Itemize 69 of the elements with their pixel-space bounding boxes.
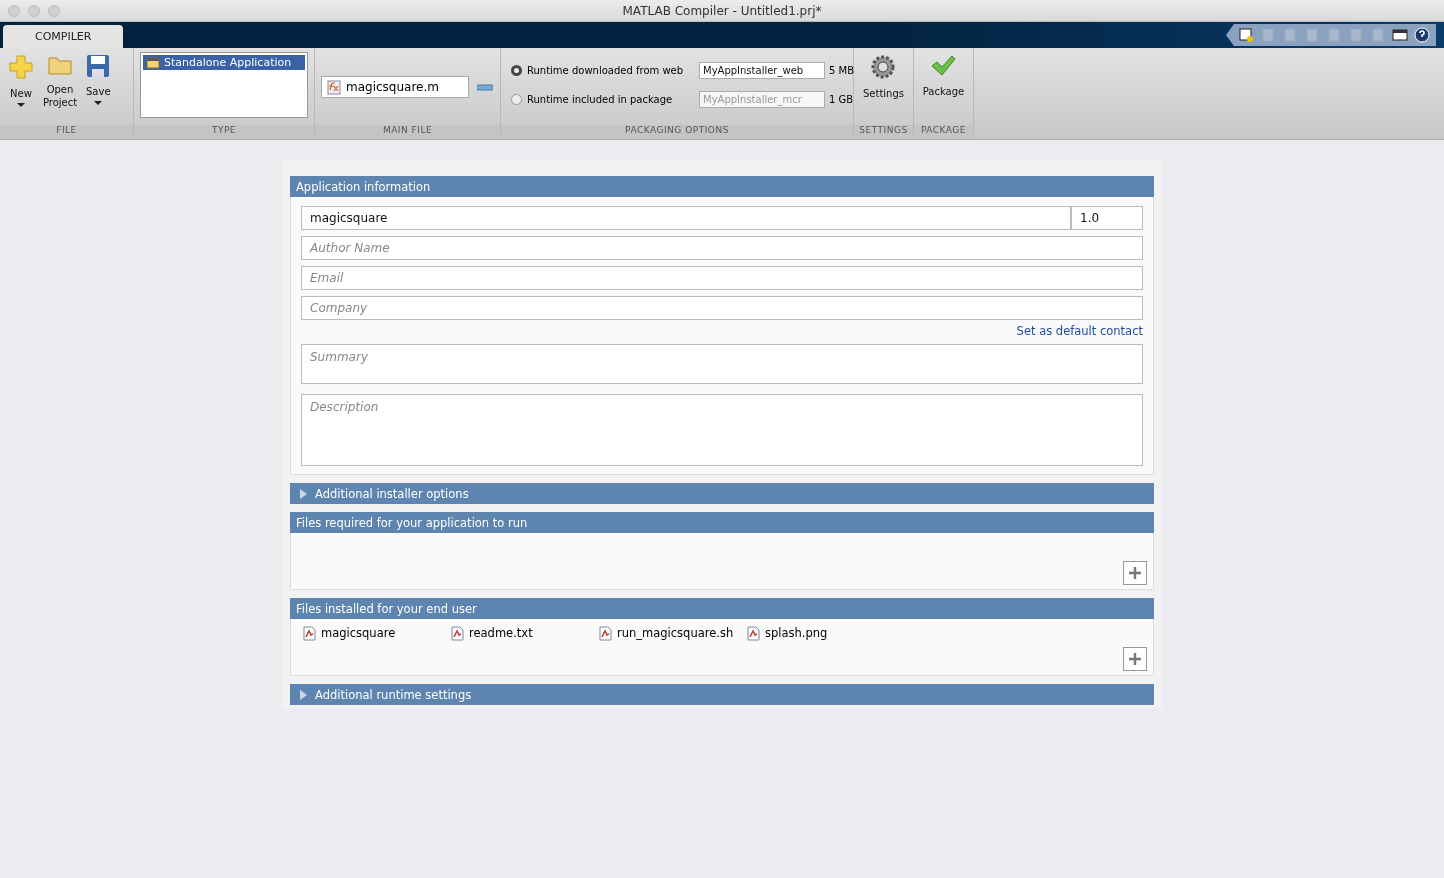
package-button[interactable]: Package (920, 52, 967, 100)
toolbar-button[interactable]: New (6, 52, 36, 109)
size-label: 5 MB (829, 65, 855, 76)
window-control[interactable] (8, 4, 20, 17)
windows-icon[interactable] (1392, 27, 1408, 43)
toolbar-button[interactable]: Save (84, 52, 113, 107)
window-title: MATLAB Compiler - Untitled1.prj* (621, 3, 823, 18)
window-plus-icon[interactable] (1238, 27, 1254, 43)
add-file-button[interactable] (1123, 561, 1147, 585)
expand-triangle-icon (300, 689, 307, 700)
file-icon (747, 625, 760, 641)
size-label: 1 GB (829, 94, 854, 105)
section-label: PACKAGE (914, 125, 973, 139)
section-title: Application information (296, 179, 431, 194)
text-field[interactable]: Company (301, 296, 1143, 320)
section-header[interactable]: Additional installer options (290, 483, 1154, 504)
help-icon[interactable] (1414, 27, 1430, 43)
window-icon (146, 56, 160, 69)
description-field[interactable]: Description (301, 394, 1143, 466)
plus-icon (8, 54, 34, 80)
radio-label: Runtime included in package (527, 94, 674, 105)
file-icon (451, 625, 464, 641)
folder-icon (47, 54, 73, 76)
ribbon-tab[interactable]: COMPILER (3, 25, 124, 48)
expand-triangle-icon (300, 488, 307, 499)
version-field[interactable]: 1.0 (1071, 206, 1143, 230)
add-file-button[interactable] (1123, 647, 1147, 671)
section-title: Additional installer options (315, 486, 469, 501)
section-title: Files required for your application to run (296, 515, 528, 530)
section-header[interactable]: Files required for your application to run (290, 512, 1154, 533)
section-header[interactable]: Files installed for your end user (290, 598, 1154, 619)
remove-icon[interactable] (477, 84, 493, 92)
summary-field[interactable]: Summary (301, 344, 1143, 384)
section-title: Additional runtime settings (315, 687, 472, 702)
type-list[interactable]: Standalone Application (140, 52, 308, 118)
file-item[interactable]: splash.png (747, 625, 895, 641)
caret-icon (17, 103, 25, 107)
name-field[interactable]: magicsquare (301, 206, 1071, 230)
section-header[interactable]: Additional runtime settings (290, 684, 1154, 705)
radio-button[interactable] (511, 65, 522, 76)
section-label: TYPE (134, 125, 314, 139)
section-label: SETTINGS (854, 125, 913, 139)
file-icon (303, 625, 316, 641)
toolbar-button[interactable]: Open Project (38, 52, 82, 111)
text-field[interactable]: Author Name (301, 236, 1143, 260)
function-file-icon (326, 79, 342, 95)
plus-icon (1128, 566, 1142, 580)
list-item[interactable]: Standalone Application (143, 55, 305, 70)
main-file-field[interactable]: magicsquare.m (321, 76, 469, 98)
window-control[interactable] (48, 4, 60, 17)
section-header[interactable]: Application information (290, 176, 1154, 197)
radio-label: Runtime downloaded from web (527, 65, 685, 76)
caret-icon (94, 101, 103, 105)
installer-name-field[interactable]: MyAppInstaller_web (699, 62, 825, 79)
file-item[interactable]: readme.txt (451, 625, 599, 641)
settings-icon (870, 54, 897, 80)
settings-button[interactable]: Settings (861, 52, 906, 102)
default-contact-link[interactable]: Set as default contact (1016, 324, 1143, 338)
section-label: PACKAGING OPTIONS (501, 125, 853, 139)
file-icon (599, 625, 612, 641)
window-control[interactable] (28, 4, 40, 17)
text-field[interactable]: Email (301, 266, 1143, 290)
section-label: FILE (0, 125, 133, 139)
file-item[interactable]: run_magicsquare.sh (599, 625, 747, 641)
checkmark-icon (930, 54, 957, 78)
section-label: MAIN FILE (315, 125, 500, 139)
section-title: Files installed for your end user (296, 601, 477, 616)
plus-icon (1128, 652, 1142, 666)
file-item[interactable]: magicsquare (303, 625, 451, 641)
